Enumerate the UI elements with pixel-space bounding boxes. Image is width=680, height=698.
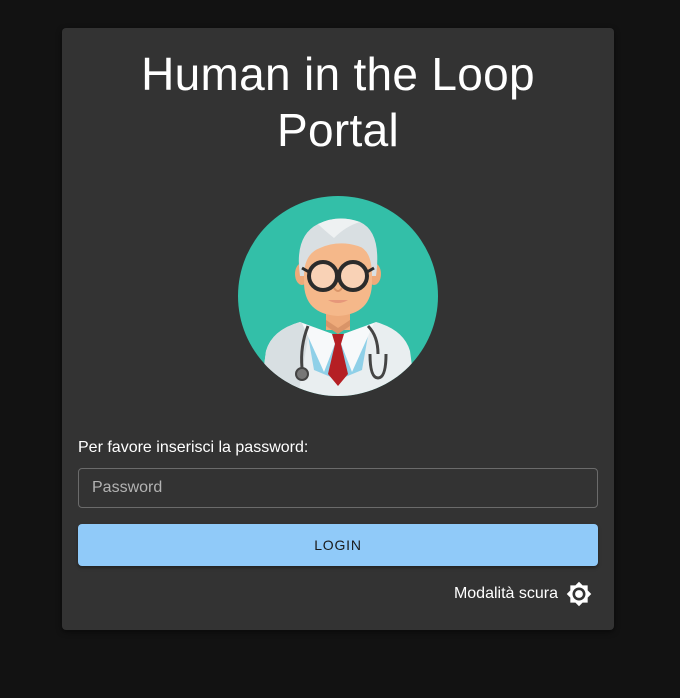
brightness-icon[interactable] [566,581,592,607]
login-button[interactable]: LOGIN [78,524,598,566]
dark-mode-label: Modalità scura [453,585,558,602]
doctor-avatar [238,196,438,396]
login-card: Human in the Loop Portal Per favore inse… [62,28,614,630]
page-title: Human in the Loop Portal [141,48,535,156]
password-prompt-label: Per favore inserisci la password: [78,439,309,456]
password-input[interactable] [78,468,598,508]
dark-mode-toggle[interactable]: Modalità scura [454,580,592,608]
